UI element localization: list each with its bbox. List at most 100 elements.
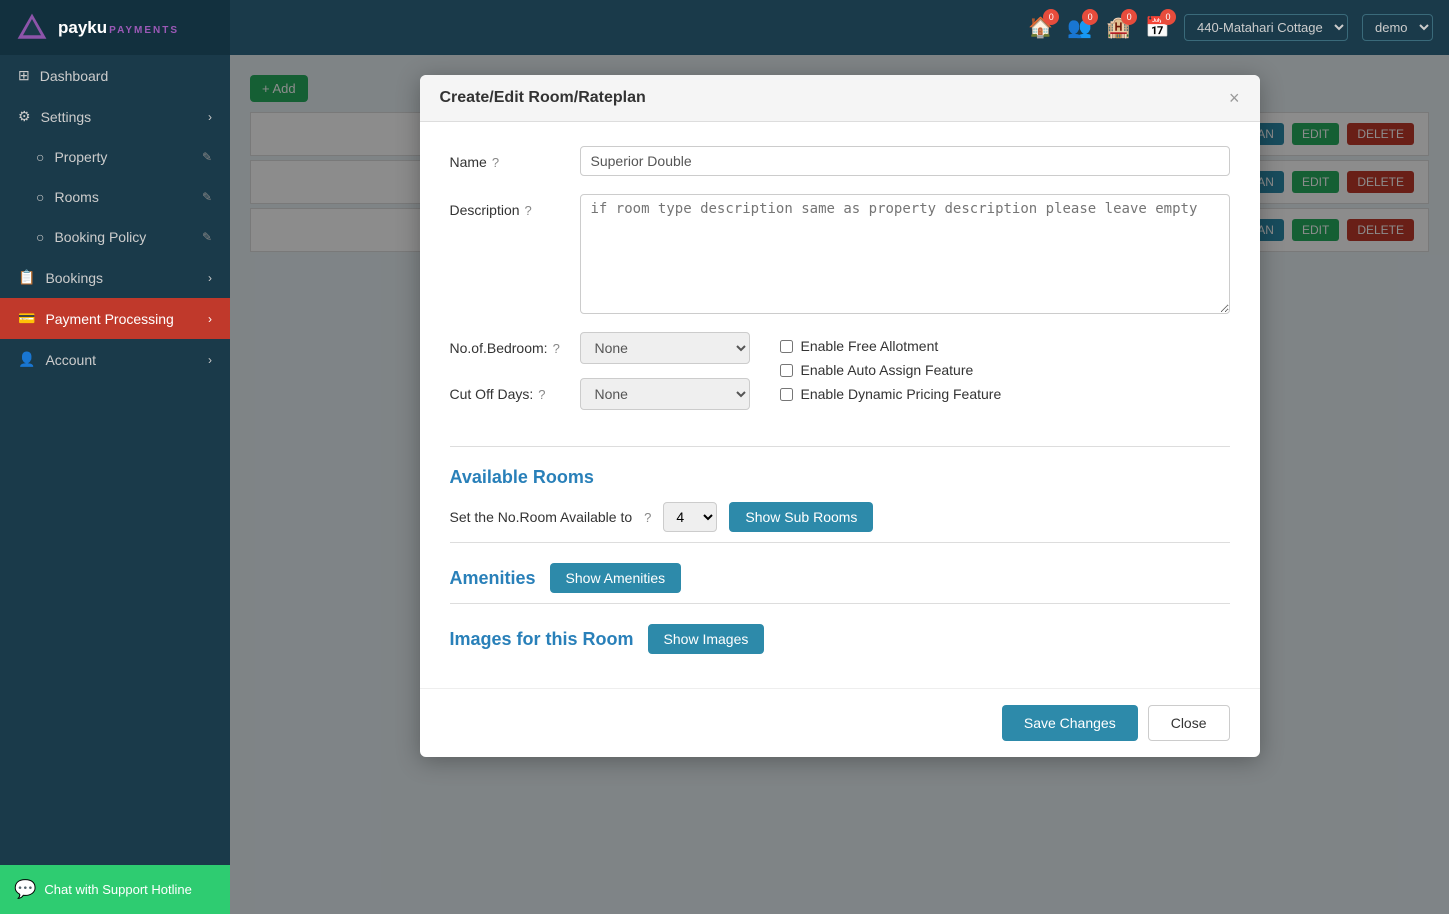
user-selector[interactable]: demo bbox=[1362, 14, 1433, 41]
sidebar-logo: payku PAYMENTS bbox=[0, 0, 230, 55]
payment-icon: 💳 bbox=[18, 310, 35, 327]
set-rooms-label: Set the No.Room Available to bbox=[450, 509, 633, 525]
notification-bell-4[interactable]: 📅 0 bbox=[1145, 15, 1170, 40]
cutoff-label: Cut Off Days: ? bbox=[450, 378, 580, 402]
name-help-icon[interactable]: ? bbox=[492, 155, 499, 170]
divider-2 bbox=[450, 542, 1230, 543]
circle-icon: ○ bbox=[36, 189, 44, 205]
cutoff-help-icon[interactable]: ? bbox=[538, 387, 545, 402]
available-rooms-title: Available Rooms bbox=[450, 467, 1230, 488]
bedroom-select[interactable]: None 1 2 3 4 5 bbox=[580, 332, 750, 364]
description-field-group: Description ? bbox=[450, 194, 1230, 314]
divider-1 bbox=[450, 446, 1230, 447]
bedroom-col: No.of.Bedroom: ? None 1 2 3 4 5 bbox=[450, 332, 750, 428]
name-field-group: Name ? bbox=[450, 146, 1230, 176]
sidebar-item-rooms[interactable]: ○ Rooms ✎ bbox=[0, 177, 230, 217]
sidebar-item-label: Account bbox=[45, 352, 96, 368]
bedroom-help-icon[interactable]: ? bbox=[553, 341, 560, 356]
divider-3 bbox=[450, 603, 1230, 604]
modal-overlay: Create/Edit Room/Rateplan × Name ? Descr… bbox=[230, 55, 1449, 914]
bedroom-group: No.of.Bedroom: ? None 1 2 3 4 5 bbox=[450, 332, 750, 364]
description-textarea[interactable] bbox=[580, 194, 1230, 314]
cutoff-select[interactable]: None 1 2 3 4 5 bbox=[580, 378, 750, 410]
modal-footer: Save Changes Close bbox=[420, 688, 1260, 757]
dynamic-pricing-checkbox-group[interactable]: Enable Dynamic Pricing Feature bbox=[780, 386, 1230, 402]
auto-assign-label: Enable Auto Assign Feature bbox=[801, 362, 974, 378]
logo-icon bbox=[14, 10, 50, 46]
modal-close-button[interactable]: × bbox=[1229, 89, 1240, 107]
bedroom-checkboxes-row: No.of.Bedroom: ? None 1 2 3 4 5 bbox=[450, 332, 1230, 428]
modal-header: Create/Edit Room/Rateplan × bbox=[420, 75, 1260, 122]
sidebar-item-label: Payment Processing bbox=[45, 311, 173, 327]
support-label: Chat with Support Hotline bbox=[44, 882, 191, 897]
sidebar-item-bookings[interactable]: 📋 Bookings › bbox=[0, 257, 230, 298]
chevron-right-icon: › bbox=[208, 110, 212, 124]
name-input[interactable] bbox=[580, 146, 1230, 176]
sidebar-item-label: Rooms bbox=[54, 189, 98, 205]
logo-sub: PAYMENTS bbox=[109, 25, 179, 36]
images-title: Images for this Room bbox=[450, 629, 634, 650]
chevron-right-icon: › bbox=[208, 353, 212, 367]
cutoff-group: Cut Off Days: ? None 1 2 3 4 5 bbox=[450, 378, 750, 410]
sidebar-item-booking-policy[interactable]: ○ Booking Policy ✎ bbox=[0, 217, 230, 257]
account-icon: 👤 bbox=[18, 351, 35, 368]
images-section: Images for this Room Show Images bbox=[450, 624, 1230, 654]
show-images-button[interactable]: Show Images bbox=[648, 624, 765, 654]
chevron-right-icon: › bbox=[208, 271, 212, 285]
set-rooms-help-icon[interactable]: ? bbox=[644, 510, 651, 525]
notification-bell-2[interactable]: 👥 0 bbox=[1067, 15, 1092, 40]
auto-assign-checkbox-group[interactable]: Enable Auto Assign Feature bbox=[780, 362, 1230, 378]
dynamic-pricing-checkbox[interactable] bbox=[780, 388, 793, 401]
notification-bell-1[interactable]: 🏠 0 bbox=[1028, 15, 1053, 40]
show-sub-rooms-button[interactable]: Show Sub Rooms bbox=[729, 502, 873, 532]
dashboard-icon: ⊞ bbox=[18, 67, 30, 84]
edit-icon: ✎ bbox=[202, 190, 212, 204]
dynamic-pricing-label: Enable Dynamic Pricing Feature bbox=[801, 386, 1002, 402]
description-help-icon[interactable]: ? bbox=[525, 203, 532, 218]
logo-text: payku bbox=[58, 18, 107, 38]
sidebar-item-settings[interactable]: ⚙ Settings › bbox=[0, 96, 230, 137]
close-button[interactable]: Close bbox=[1148, 705, 1230, 741]
sidebar-item-label: Bookings bbox=[45, 270, 103, 286]
circle-icon: ○ bbox=[36, 149, 44, 165]
free-allotment-checkbox[interactable] bbox=[780, 340, 793, 353]
amenities-section: Amenities Show Amenities bbox=[450, 563, 1230, 593]
free-allotment-label: Enable Free Allotment bbox=[801, 338, 939, 354]
sidebar: payku PAYMENTS ⊞ Dashboard ⚙ Settings › … bbox=[0, 0, 230, 914]
sidebar-item-account[interactable]: 👤 Account › bbox=[0, 339, 230, 380]
free-allotment-checkbox-group[interactable]: Enable Free Allotment bbox=[780, 338, 1230, 354]
sidebar-item-payment[interactable]: 💳 Payment Processing › bbox=[0, 298, 230, 339]
chevron-right-icon: › bbox=[208, 312, 212, 326]
settings-icon: ⚙ bbox=[18, 108, 31, 125]
circle-icon: ○ bbox=[36, 229, 44, 245]
name-label: Name ? bbox=[450, 146, 580, 170]
sidebar-item-label: Settings bbox=[41, 109, 92, 125]
modal-title: Create/Edit Room/Rateplan bbox=[440, 89, 646, 107]
amenities-title: Amenities bbox=[450, 568, 536, 589]
auto-assign-checkbox[interactable] bbox=[780, 364, 793, 377]
edit-icon: ✎ bbox=[202, 230, 212, 244]
modal-body: Name ? Description ? No.of.Bedroom bbox=[420, 122, 1260, 688]
badge-4: 0 bbox=[1160, 9, 1176, 25]
topbar: 🏠 0 👥 0 🏨 0 📅 0 440-Matahari Cottage dem… bbox=[230, 0, 1449, 55]
whatsapp-icon: 💬 bbox=[14, 879, 36, 900]
edit-icon: ✎ bbox=[202, 150, 212, 164]
description-label: Description ? bbox=[450, 194, 580, 218]
badge-2: 0 bbox=[1082, 9, 1098, 25]
sidebar-item-label: Booking Policy bbox=[54, 229, 146, 245]
bedroom-label: No.of.Bedroom: ? bbox=[450, 332, 580, 356]
bookings-icon: 📋 bbox=[18, 269, 35, 286]
badge-1: 0 bbox=[1043, 9, 1059, 25]
show-amenities-button[interactable]: Show Amenities bbox=[550, 563, 682, 593]
room-count-select[interactable]: 1 2 3 4 5 6 7 8 9 10 bbox=[663, 502, 717, 532]
support-chat-button[interactable]: 💬 Chat with Support Hotline bbox=[0, 865, 230, 914]
sidebar-item-property[interactable]: ○ Property ✎ bbox=[0, 137, 230, 177]
sidebar-item-label: Dashboard bbox=[40, 68, 109, 84]
badge-3: 0 bbox=[1121, 9, 1137, 25]
checkboxes-col: Enable Free Allotment Enable Auto Assign… bbox=[780, 332, 1230, 428]
sidebar-item-dashboard[interactable]: ⊞ Dashboard bbox=[0, 55, 230, 96]
save-changes-button[interactable]: Save Changes bbox=[1002, 705, 1138, 741]
property-selector[interactable]: 440-Matahari Cottage bbox=[1184, 14, 1348, 41]
notification-bell-3[interactable]: 🏨 0 bbox=[1106, 15, 1131, 40]
sidebar-item-label: Property bbox=[54, 149, 107, 165]
